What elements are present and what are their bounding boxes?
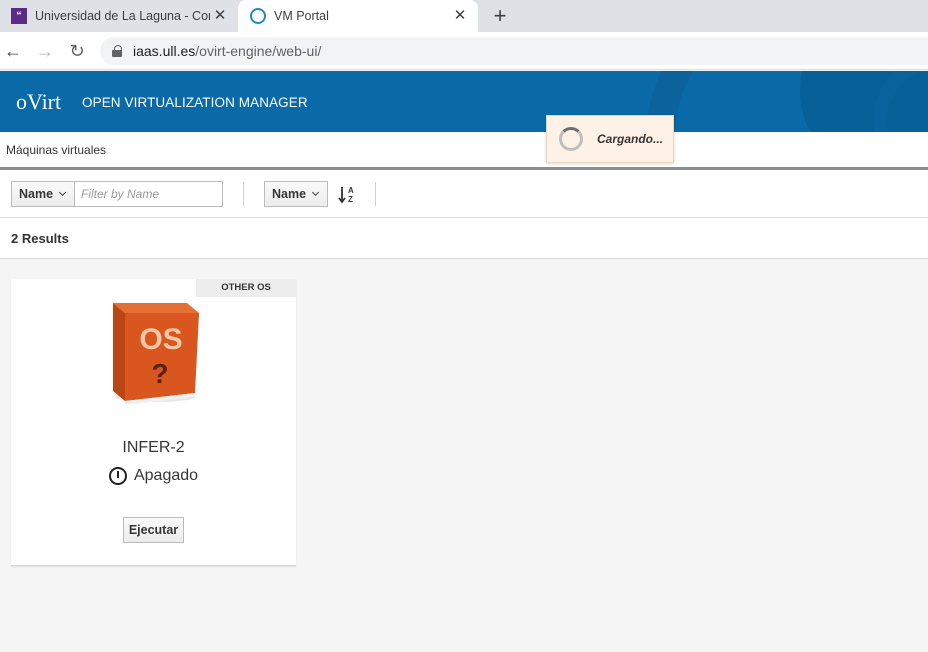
sort-field-label: Name [272, 187, 307, 201]
url-path: /ovirt-engine/web-ui/ [195, 43, 322, 59]
toolbar-divider [375, 182, 376, 206]
tab-title: Universidad de La Laguna - Cont [35, 9, 210, 23]
browser-tab-strip: “ Universidad de La Laguna - Cont ✕ VM P… [0, 0, 928, 32]
loading-toast: Cargando... [546, 115, 674, 163]
university-favicon-icon: “ [11, 8, 27, 24]
vm-card[interactable]: OTHER OS OS ? INFER-2 Apagado Ejecutar [11, 279, 296, 566]
sort-field-dropdown[interactable]: Name [264, 181, 328, 207]
back-arrow-icon[interactable]: ← [2, 40, 24, 62]
ovirt-logo[interactable]: oVirt [16, 89, 61, 115]
browser-toolbar: ← → ↻ iaas.ull.es/ovirt-engine/web-ui/ [0, 32, 928, 70]
reload-icon[interactable]: ↻ [66, 40, 88, 62]
svg-text:A: A [348, 186, 354, 195]
app-header: oVirt OPEN VIRTUALIZATION MANAGER [0, 71, 928, 132]
new-tab-button[interactable]: + [488, 4, 512, 28]
close-tab-icon[interactable]: ✕ [452, 8, 468, 24]
chevron-down-icon [59, 188, 67, 197]
ovirt-favicon-icon [250, 8, 266, 24]
os-box-question: ? [151, 358, 168, 389]
vm-status-label: Apagado [133, 467, 199, 484]
breadcrumb: Máquinas virtuales [6, 143, 107, 157]
tab-title: VM Portal [274, 9, 329, 23]
chevron-down-icon [312, 188, 320, 197]
run-button[interactable]: Ejecutar [123, 517, 184, 543]
address-bar[interactable]: iaas.ull.es/ovirt-engine/web-ui/ [100, 37, 928, 65]
results-bar: 2 Results [0, 218, 928, 259]
close-tab-icon[interactable]: ✕ [212, 8, 228, 24]
os-box-label: OS [139, 323, 182, 356]
browser-tab-university[interactable]: “ Universidad de La Laguna - Cont ✕ [0, 0, 238, 32]
svg-text:Z: Z [348, 195, 353, 204]
filter-field-dropdown[interactable]: Name [11, 181, 75, 207]
other-os-box-icon: OS ? [113, 303, 199, 405]
sort-alpha-asc-icon[interactable]: A Z [338, 185, 358, 205]
url-host: iaas.ull.es [133, 43, 196, 59]
filter-input[interactable] [74, 181, 223, 207]
power-off-icon [108, 467, 127, 485]
vm-status: Apagado [11, 467, 296, 485]
loading-text: Cargando... [597, 132, 664, 146]
filter-field-label: Name [19, 187, 54, 201]
spinner-icon [559, 127, 583, 151]
breadcrumb-bar: Máquinas virtuales [0, 132, 928, 170]
results-count: 2 Results [11, 231, 69, 246]
vm-name[interactable]: INFER-2 [11, 439, 296, 457]
os-badge: OTHER OS [196, 279, 296, 297]
app-title: OPEN VIRTUALIZATION MANAGER [82, 95, 308, 110]
browser-tab-vm-portal[interactable]: VM Portal ✕ [238, 0, 478, 32]
lock-icon[interactable] [112, 45, 122, 57]
toolbar-divider [243, 182, 244, 206]
forward-arrow-icon[interactable]: → [34, 40, 56, 62]
filter-toolbar: Name Name A Z [0, 170, 928, 218]
